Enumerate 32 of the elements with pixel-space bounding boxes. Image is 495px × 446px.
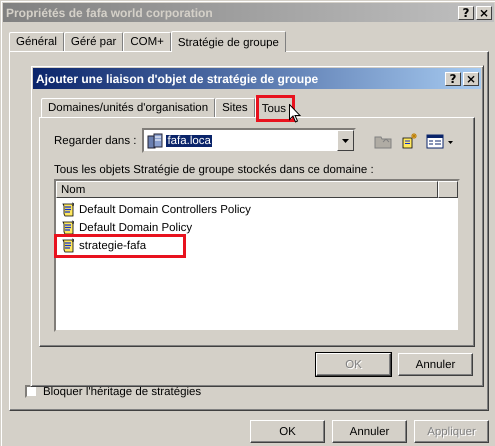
- policy-name[interactable]: Default Domain Controllers Policy: [79, 204, 251, 216]
- look-in-combo[interactable]: fafa.loca: [142, 128, 356, 153]
- tab[interactable]: COM+: [123, 32, 171, 51]
- new-object-icon[interactable]: [400, 132, 418, 150]
- ok-button[interactable]: OK: [250, 420, 325, 443]
- tab[interactable]: Stratégie de groupe: [170, 31, 286, 52]
- help-button[interactable]: ?: [458, 6, 474, 20]
- tab[interactable]: Général: [9, 32, 64, 51]
- tab[interactable]: Domaines/unités d'organisation: [41, 98, 216, 117]
- tab[interactable]: Géré par: [64, 32, 124, 51]
- cancel-button[interactable]: Annuler: [332, 420, 407, 443]
- checkbox[interactable]: [25, 385, 38, 398]
- cancel-button[interactable]: Annuler: [398, 353, 473, 376]
- dialog-title: Ajouter une liaison d'objet de stratégie de groupe: [36, 72, 318, 86]
- checkbox-label: Bloquer l'héritage de stratégies: [43, 386, 202, 398]
- close-button[interactable]: ×: [476, 6, 492, 20]
- help-button[interactable]: ?: [445, 72, 461, 86]
- close-button[interactable]: ×: [463, 72, 479, 86]
- policy-scroll-icon: [60, 238, 76, 254]
- look-in-label: Regarder dans :: [54, 134, 136, 146]
- tab[interactable]: Sites: [215, 98, 255, 117]
- dropdown-arrow-icon: [342, 138, 350, 142]
- policy-scroll-icon: [60, 202, 76, 218]
- column-header[interactable]: Nom: [56, 181, 438, 198]
- policy-name[interactable]: strategie-fafa: [79, 240, 146, 252]
- server-icon: [146, 132, 164, 150]
- look-in-value: fafa.loca: [166, 134, 212, 146]
- policy-scroll-icon: [60, 220, 76, 236]
- window-title: Propriétés de fafa world corporation: [6, 6, 213, 20]
- view-menu-icon[interactable]: [426, 132, 454, 148]
- policy-name[interactable]: Default Domain Policy: [79, 222, 192, 234]
- list-caption: Tous les objets Stratégie de groupe stockés dans ce domaine :: [54, 164, 375, 176]
